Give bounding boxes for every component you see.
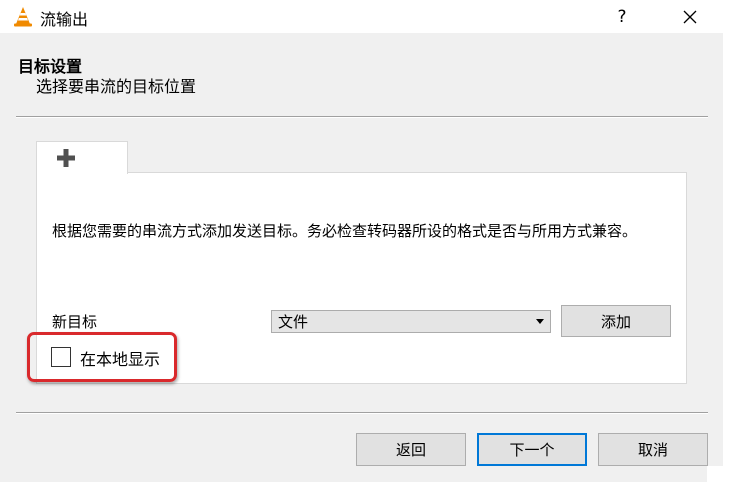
section-subtitle: 选择要串流的目标位置 bbox=[36, 77, 197, 96]
title-bar: 流输出 ? bbox=[0, 0, 731, 33]
header-divider bbox=[16, 116, 708, 118]
cancel-button[interactable]: 取消 bbox=[598, 433, 708, 466]
window-title: 流输出 bbox=[40, 10, 89, 29]
back-button[interactable]: 返回 bbox=[356, 433, 466, 466]
target-type-select[interactable]: 文件 bbox=[271, 310, 551, 333]
tab-new-destination[interactable] bbox=[36, 141, 128, 174]
dropdown-arrow-icon bbox=[533, 319, 547, 324]
close-icon bbox=[683, 10, 697, 23]
help-button[interactable]: ? bbox=[600, 0, 644, 33]
new-target-label: 新目标 bbox=[52, 313, 98, 331]
add-button[interactable]: 添加 bbox=[561, 305, 671, 337]
next-button[interactable]: 下一个 bbox=[477, 433, 587, 466]
vlc-cone-icon bbox=[14, 7, 32, 27]
footer-divider bbox=[16, 412, 708, 414]
plus-icon bbox=[57, 149, 75, 167]
close-button[interactable] bbox=[666, 0, 714, 33]
destination-description: 根据您需要的串流方式添加发送目标。务必检查转码器所设的格式是否与所用方式兼容。 bbox=[52, 222, 638, 240]
target-type-value: 文件 bbox=[278, 313, 309, 331]
window-edge bbox=[723, 33, 731, 482]
highlight-annotation bbox=[27, 332, 177, 382]
window-edge-corner bbox=[707, 466, 731, 482]
